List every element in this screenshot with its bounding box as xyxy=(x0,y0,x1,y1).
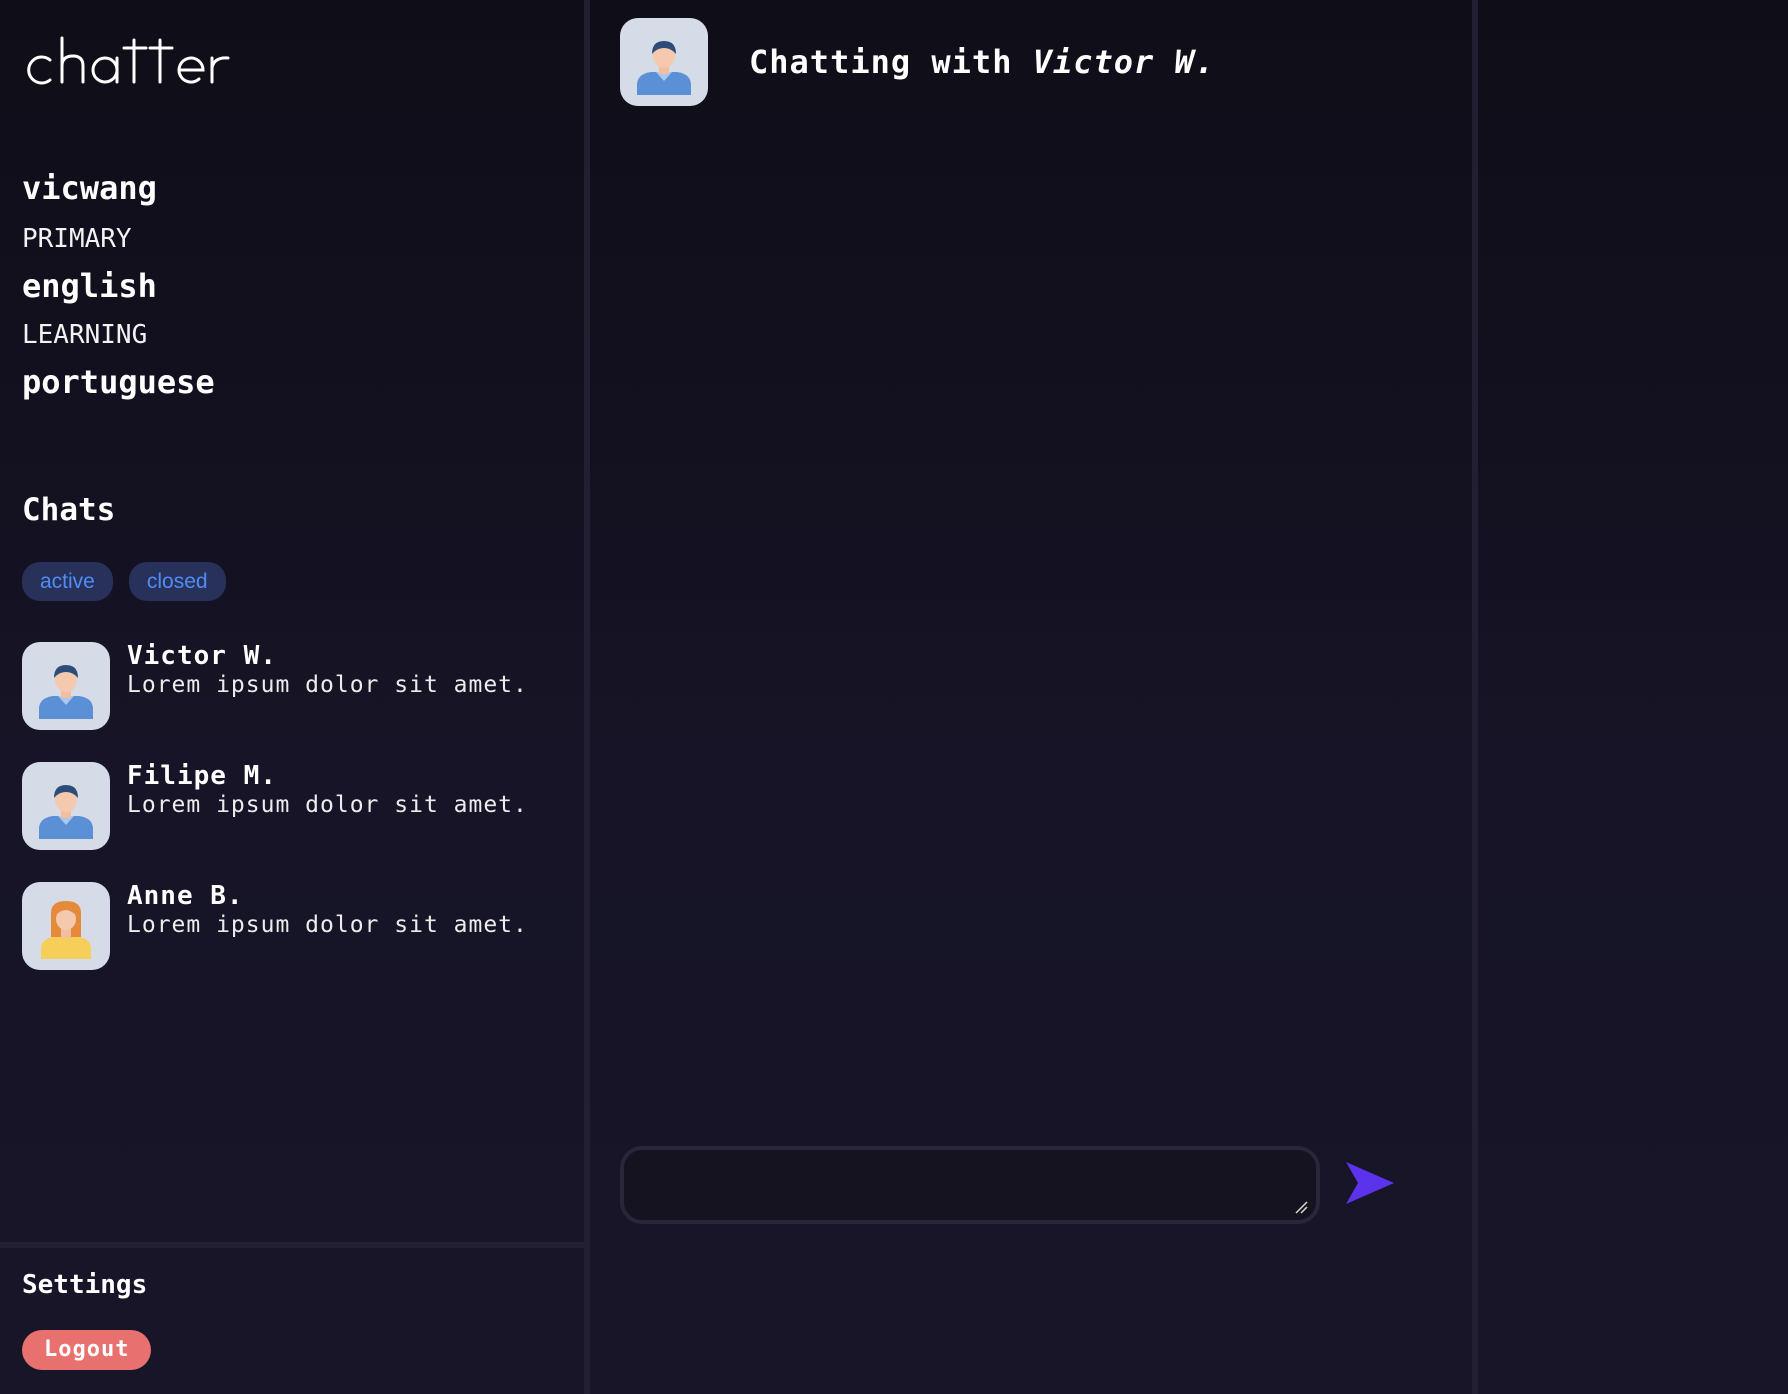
user-profile: vicwang PRIMARY english LEARNING portugu… xyxy=(22,168,215,414)
send-button[interactable] xyxy=(1342,1160,1396,1206)
primary-language-value: english xyxy=(22,267,157,305)
chat-header: Chatting with Victor W. xyxy=(620,18,1215,106)
learning-language-label: LEARNING xyxy=(22,320,148,350)
chats-heading: Chats xyxy=(22,492,116,528)
chat-list: Victor W. Lorem ipsum dolor sit amet. Fi… xyxy=(22,642,562,1002)
username: vicwang xyxy=(22,169,157,207)
male-avatar-icon xyxy=(22,642,110,730)
chat-list-item[interactable]: Anne B. Lorem ipsum dolor sit amet. xyxy=(22,882,562,970)
chat-contact-name: Anne B. xyxy=(127,881,244,911)
chat-meta: Anne B. Lorem ipsum dolor sit amet. xyxy=(127,882,528,940)
chat-last-message: Lorem ipsum dolor sit amet. xyxy=(127,672,528,698)
settings-link[interactable]: Settings xyxy=(22,1268,147,1302)
message-composer xyxy=(620,1146,1320,1224)
message-input[interactable] xyxy=(624,1150,1316,1220)
chatter-logo xyxy=(22,24,242,88)
chat-contact-name: Filipe M. xyxy=(127,761,277,791)
male-avatar-icon xyxy=(620,18,708,106)
female-avatar-icon xyxy=(22,882,110,970)
chat-meta: Victor W. Lorem ipsum dolor sit amet. xyxy=(127,642,528,700)
chat-meta: Filipe M. Lorem ipsum dolor sit amet. xyxy=(127,762,528,820)
chat-list-item[interactable]: Victor W. Lorem ipsum dolor sit amet. xyxy=(22,642,562,730)
resize-grip-icon[interactable] xyxy=(1294,1200,1308,1214)
sidebar-footer: Settings Logout xyxy=(0,1242,584,1394)
chat-last-message: Lorem ipsum dolor sit amet. xyxy=(127,792,528,818)
chat-list-item[interactable]: Filipe M. Lorem ipsum dolor sit amet. xyxy=(22,762,562,850)
chatter-app: vicwang PRIMARY english LEARNING portugu… xyxy=(0,0,1788,1394)
learning-language-value: portuguese xyxy=(22,363,215,401)
chat-header-title: Chatting with Victor W. xyxy=(749,43,1215,81)
chat-panel: Chatting with Victor W. xyxy=(596,0,1472,1394)
logout-button[interactable]: Logout xyxy=(22,1330,152,1370)
primary-language-label: PRIMARY xyxy=(22,224,132,254)
chat-contact-name: Victor W. xyxy=(127,641,277,671)
filter-closed-chip[interactable]: closed xyxy=(128,562,226,601)
sidebar: vicwang PRIMARY english LEARNING portugu… xyxy=(0,0,590,1394)
chat-last-message: Lorem ipsum dolor sit amet. xyxy=(127,912,528,938)
chat-filters: active closed xyxy=(22,562,226,601)
chat-header-contact: Victor W. xyxy=(1032,43,1216,81)
filter-active-chip[interactable]: active xyxy=(22,562,113,601)
right-panel xyxy=(1472,0,1788,1394)
male-avatar-icon xyxy=(22,762,110,850)
chat-header-prefix: Chatting with xyxy=(749,43,1013,81)
send-arrow-icon xyxy=(1346,1162,1394,1204)
